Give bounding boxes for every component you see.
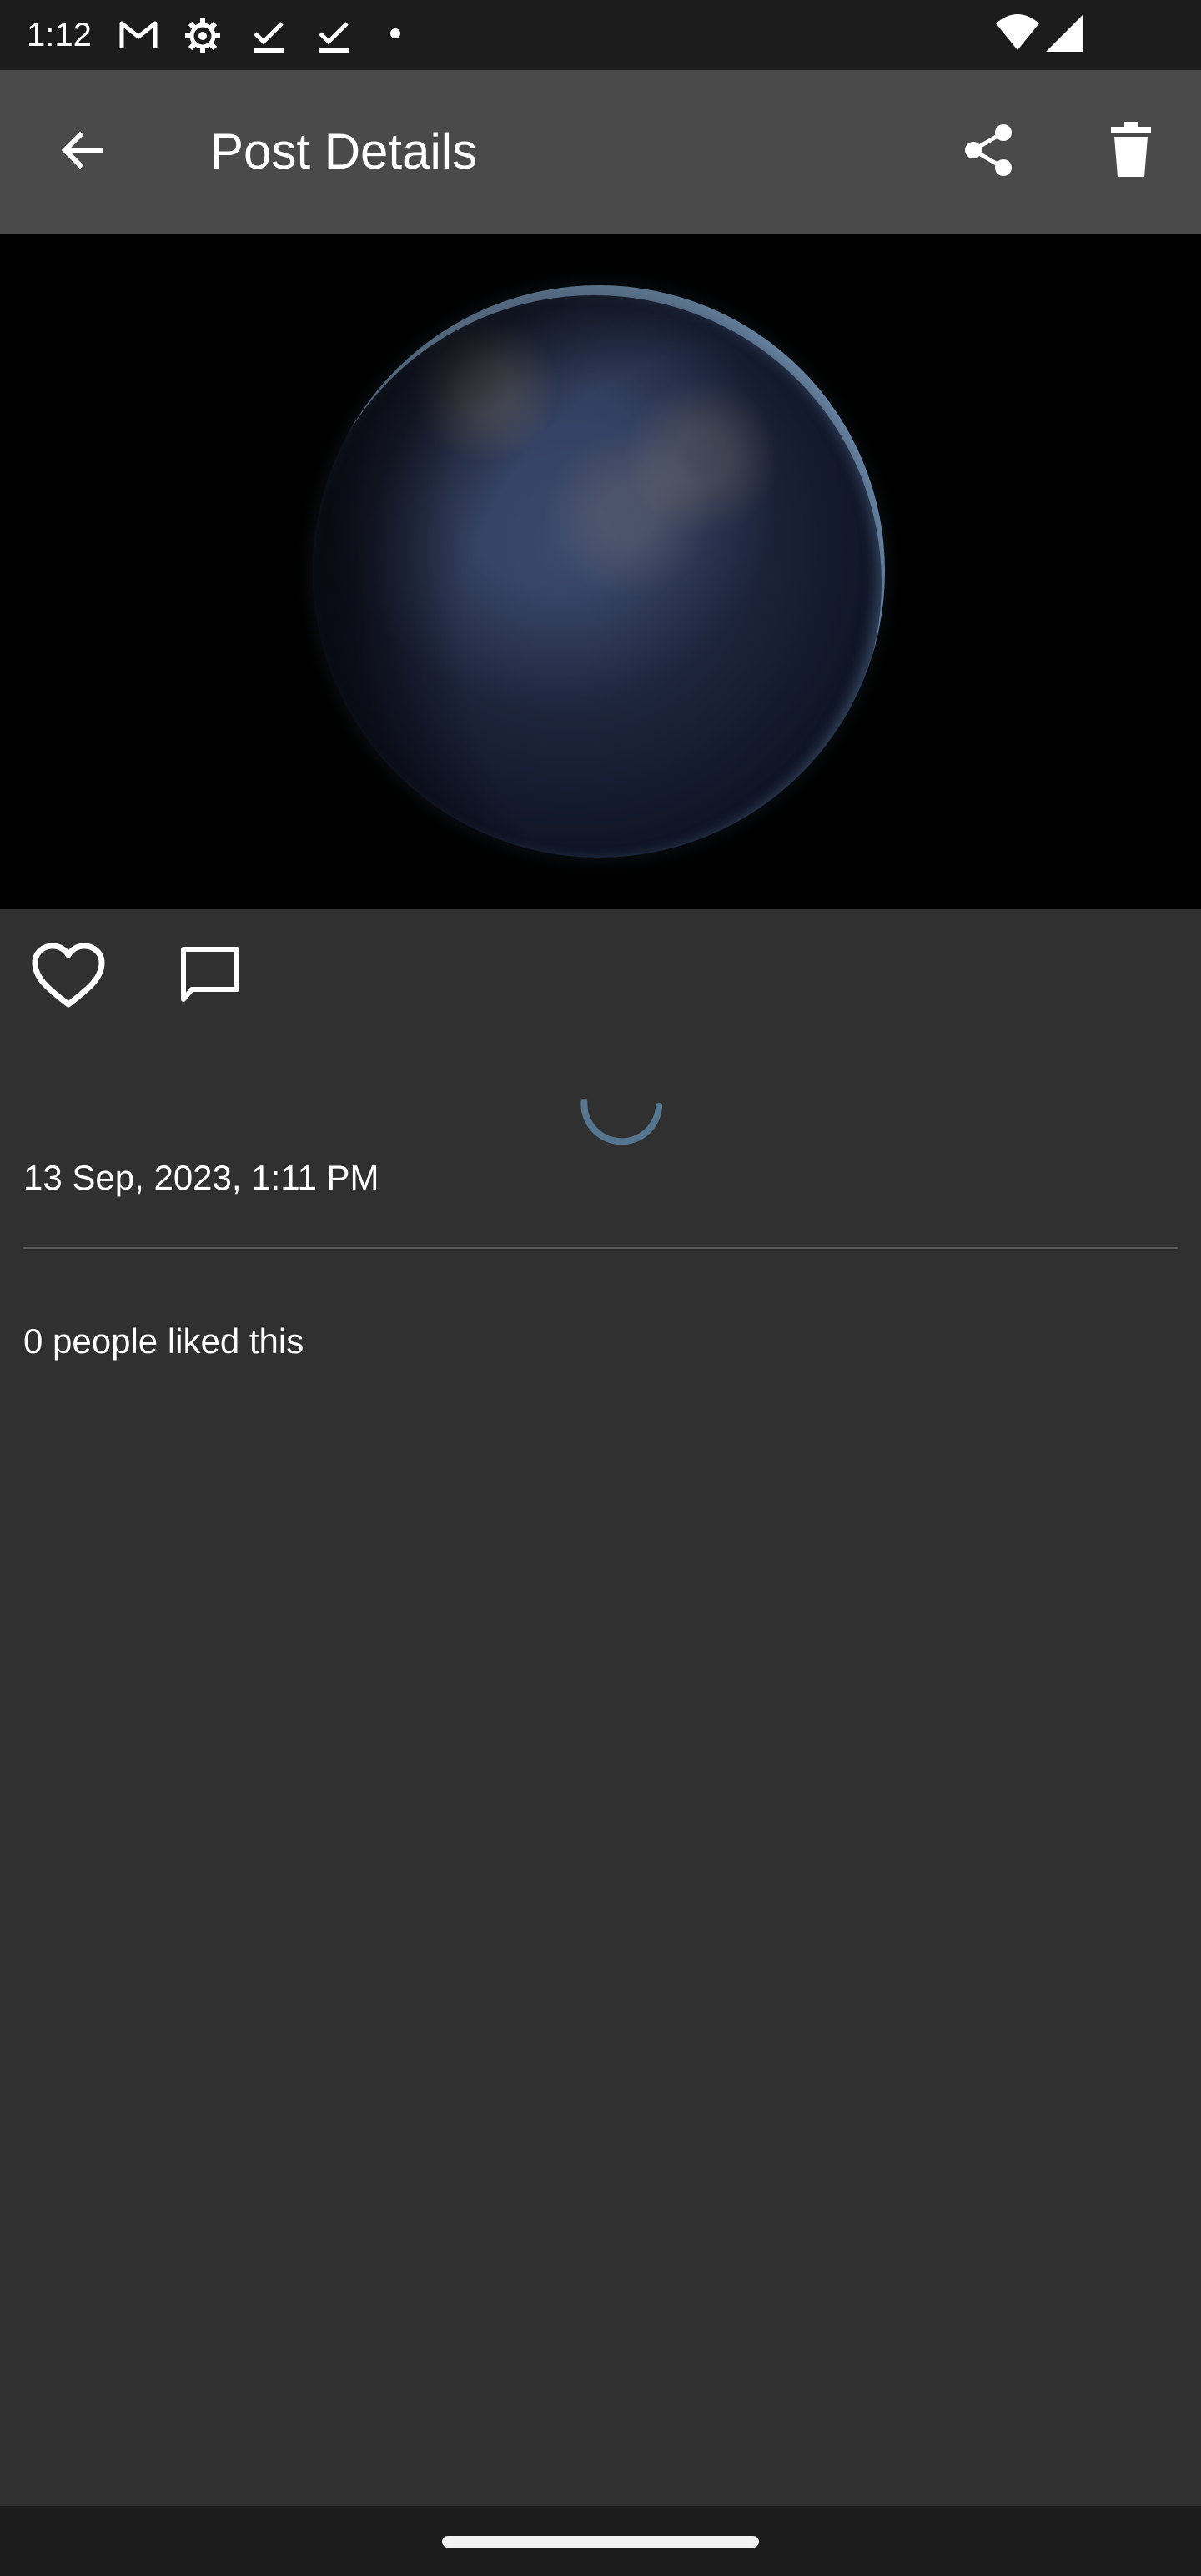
app-bar: Post Details (0, 70, 1201, 234)
settings-icon (182, 15, 224, 61)
status-time: 1:12 (27, 17, 92, 53)
download-done-icon (249, 15, 289, 59)
delete-button[interactable] (1084, 105, 1178, 199)
delete-icon (1108, 121, 1154, 183)
navigation-bar (0, 2506, 1201, 2576)
share-icon (960, 121, 1018, 184)
post-actions (0, 931, 1201, 1031)
status-bar: 1:12 (0, 0, 1201, 70)
notification-dot-icon (389, 27, 402, 44)
signal-icon (1044, 13, 1084, 58)
like-button[interactable] (22, 931, 115, 1024)
home-indicator[interactable] (442, 2536, 759, 2548)
download-done-icon (314, 15, 354, 59)
page-title: Post Details (210, 123, 478, 179)
divider (23, 1247, 1178, 1249)
back-button[interactable] (35, 105, 128, 199)
back-arrow-icon (57, 125, 107, 179)
loading-spinner (572, 1073, 664, 1165)
likes-count-text: 0 people liked this (23, 1321, 304, 1361)
heart-outline-icon (30, 941, 107, 1015)
comment-button[interactable] (163, 931, 257, 1024)
wifi-icon (994, 13, 1041, 58)
gmail-icon (117, 15, 160, 59)
post-timestamp: 13 Sep, 2023, 1:11 PM (23, 1158, 379, 1197)
earth-globe-rim (313, 285, 885, 858)
share-button[interactable] (942, 105, 1036, 199)
post-image (0, 234, 1201, 909)
comment-icon (177, 943, 244, 1014)
